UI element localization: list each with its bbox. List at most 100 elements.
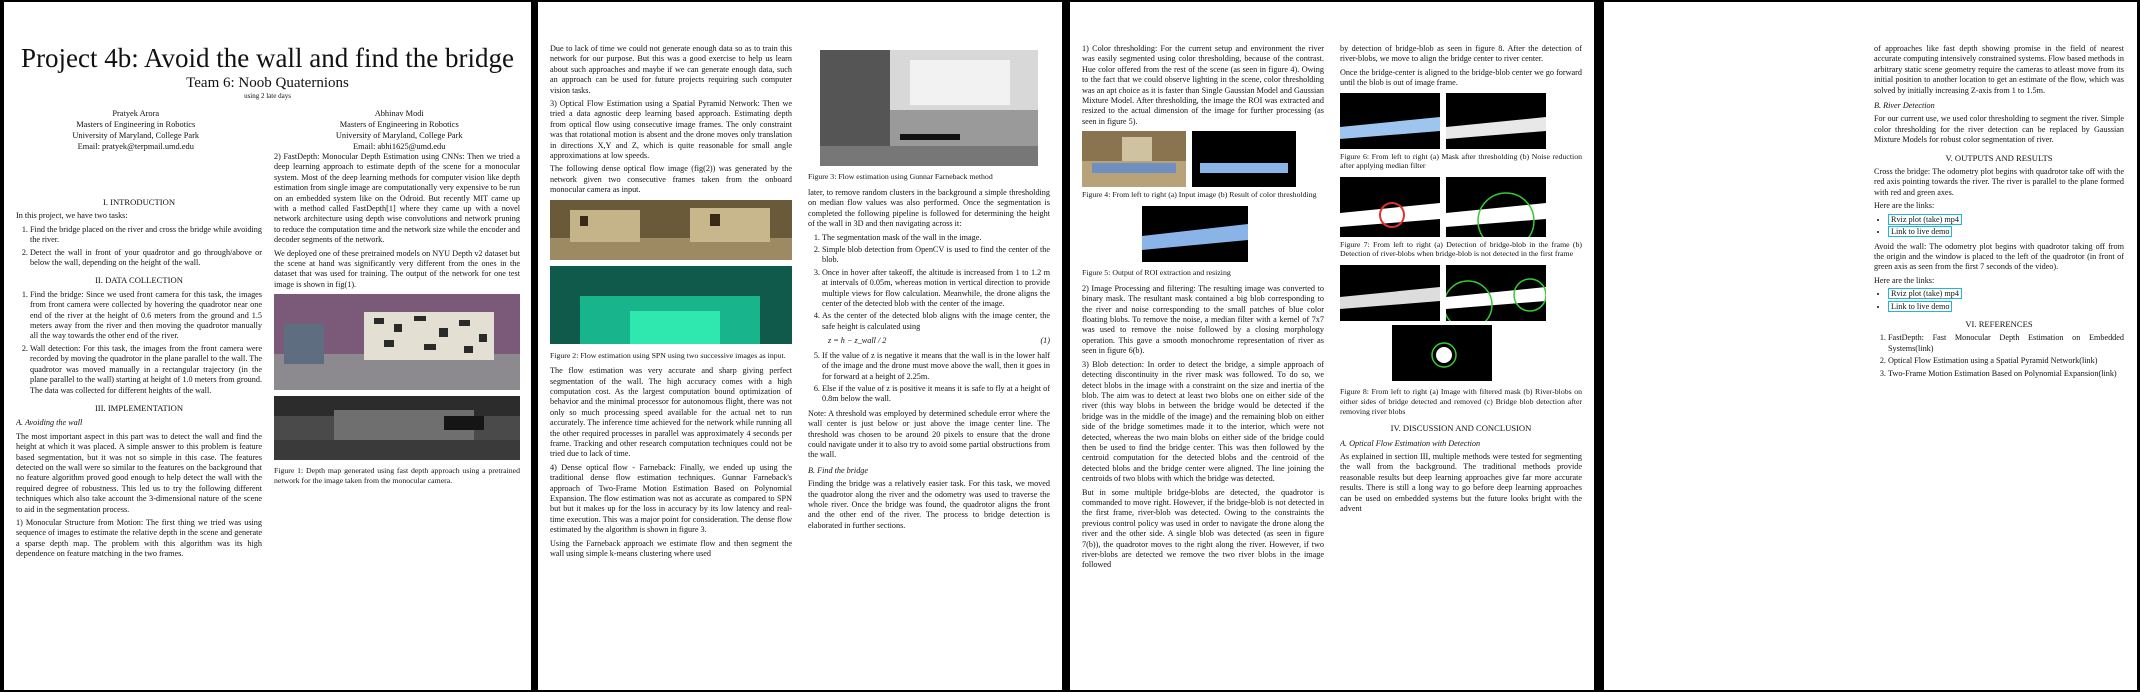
paragraph: later, to remove random clusters in the … [808, 188, 1050, 229]
paragraph: We deployed one of these pretrained mode… [274, 248, 520, 289]
author-role: Masters of Engineering in Robotics [339, 120, 459, 129]
page-3: 1) Color thresholding: For the current s… [1070, 2, 1594, 690]
paper-title: Project 4b: Avoid the wall and find the … [21, 43, 514, 73]
paragraph: Here are the links: [1874, 201, 1935, 211]
list-item: The segmentation mask of the wall in the… [822, 233, 1050, 243]
section-heading: II. DATA COLLECTION [95, 275, 183, 286]
figure-1-color-image [274, 294, 520, 391]
paragraph: Here are the links: [1874, 275, 1935, 285]
figure-2-flow-image [550, 266, 792, 345]
p2-right-column: Figure 3: Flow estimation using Gunnar F… [808, 46, 1050, 686]
paragraph: 3) Blob detection: In order to detect th… [1082, 359, 1324, 484]
figure-7-bridge-blob-image [1340, 176, 1440, 237]
paragraph: 1) Monocular Structure from Motion: The … [16, 517, 262, 559]
reference-item[interactable]: FastDepth: Fast Monocular Depth Estimati… [1888, 333, 2124, 354]
reference-item[interactable]: Two-Frame Motion Estimation Based on Pol… [1888, 369, 2124, 379]
section-heading: I. INTRODUCTION [102, 197, 176, 207]
author-name: Abhinav Modi [374, 109, 424, 118]
author-email: Email: abhi1625@umd.edu [353, 142, 446, 151]
wall-links-list: Rviz plot (take) mp4 Link to live demo [1874, 288, 2124, 312]
paragraph: 3) Optical Flow Estimation using a Spati… [550, 99, 792, 161]
late-days-note: using 2 late days [244, 92, 291, 100]
paragraph: The flow estimation was very accurate an… [550, 366, 792, 459]
paragraph: by detection of bridge-blob as seen in f… [1340, 44, 1582, 64]
figure-2-caption: Figure 2: Flow estimation using SPN usin… [550, 350, 786, 360]
p2-left-column: Due to lack of time we could not generat… [550, 44, 792, 686]
author-org: University of Maryland, College Park [335, 131, 463, 140]
rviz-plot-link[interactable]: Rviz plot (take) mp4 [1888, 288, 1962, 300]
list-item: Detect the wall in front of your quadrot… [30, 248, 262, 269]
section-heading: III. IMPLEMENTATION [94, 402, 184, 413]
paragraph: The following dense optical flow image (… [550, 164, 792, 195]
p1-left-column: I. INTRODUCTION In this project, we have… [16, 190, 262, 686]
list-item: Once in hover after takeoff, the altitud… [822, 268, 1050, 310]
figure-6: Figure 6: From left to right (a) Mask af… [1340, 92, 1582, 171]
data-collection-list: Find the bridge: Since we used front cam… [16, 290, 262, 396]
figure-4-input-image [1082, 131, 1186, 188]
authors-block: Pratyek Arora Masters of Engineering in … [4, 108, 531, 152]
list-item: Rviz plot (take) mp4 [1888, 213, 2124, 225]
subsection-heading: A. Optical Flow Estimation with Detectio… [1340, 438, 1481, 448]
paragraph: Avoid the wall: The odometry plot begins… [1874, 241, 2124, 272]
figure-2-input-image [550, 199, 792, 260]
task-list: Find the bridge placed on the river and … [16, 225, 262, 269]
figure-8-river-blobs-image [1446, 265, 1546, 321]
figure-7: Figure 7: From left to right (a) Detecti… [1340, 176, 1582, 259]
figure-8: Figure 8: From left to right (a) Image w… [1340, 265, 1582, 416]
author-email: Email: pratyek@terpmail.umd.edu [77, 142, 194, 151]
paragraph: Using the Farneback approach we estimate… [550, 538, 792, 558]
wall-pipeline-list-continued: If the value of z is negative it means t… [808, 351, 1050, 405]
figure-6-mask-image [1340, 92, 1440, 149]
figure-8-caption: Figure 8: From left to right (a) Image w… [1340, 387, 1582, 416]
live-demo-link[interactable]: Link to live demo [1888, 226, 1953, 238]
author-2: Abhinav Modi Masters of Engineering in R… [336, 108, 463, 152]
subsection-heading: A. Avoiding the wall [16, 418, 83, 428]
paragraph: The most important aspect in this part w… [16, 431, 262, 514]
figure-6-caption: Figure 6: From left to right (a) Mask af… [1340, 151, 1582, 171]
figure-7-caption: Figure 7: From left to right (a) Detecti… [1340, 239, 1582, 259]
paragraph: As explained in section III, multiple me… [1340, 452, 1582, 514]
note-paragraph: Note: A threshold was employed by determ… [808, 408, 1050, 460]
wall-pipeline-list: The segmentation mask of the wall in the… [808, 233, 1050, 333]
rviz-plot-link[interactable]: Rviz plot (take) mp4 [1888, 213, 1962, 225]
list-item: Else if the value of z is positive it me… [822, 384, 1050, 405]
page-4: of approaches like fast depth showing pr… [1604, 2, 2137, 690]
list-item: Link to live demo [1888, 226, 2124, 238]
paper-subtitle: Team 6: Noob Quaternions [186, 75, 349, 91]
list-item: Rviz plot (take) mp4 [1888, 288, 2124, 300]
figure-3-flow-image [820, 50, 1038, 166]
p1-right-column: 2) FastDepth: Monocular Depth Estimation… [274, 152, 520, 686]
figure-1-depth-map [274, 395, 520, 460]
equation: z = h − z_wall / 2 [828, 336, 887, 346]
paragraph: For our current use, we used color thres… [1874, 114, 2124, 145]
paragraph: 2) FastDepth: Monocular Depth Estimation… [274, 152, 520, 245]
list-item: Simple blob detection from OpenCV is use… [822, 245, 1050, 266]
figure-8-filtered-mask-image [1340, 265, 1440, 321]
equation-1: z = h − z_wall / 2 (1) [828, 336, 1050, 346]
figure-5-roi-image [1142, 205, 1248, 262]
list-item: Find the bridge placed on the river and … [30, 225, 262, 246]
live-demo-link[interactable]: Link to live demo [1888, 300, 1953, 312]
paragraph: But in some multiple bridge-blobs are de… [1082, 487, 1324, 570]
figure-3: Figure 3: Flow estimation using Gunnar F… [808, 50, 1050, 182]
paragraph: 4) Dense optical flow - Farneback: Final… [550, 462, 792, 535]
figure-6-filtered-image [1446, 92, 1546, 149]
figure-4-caption: Figure 4: From left to right (a) Input i… [1082, 190, 1317, 200]
reference-item[interactable]: Optical Flow Estimation using a Spatial … [1888, 356, 2124, 366]
paragraph: 2) Image Processing and filtering: The r… [1082, 283, 1324, 356]
figure-8-bridge-blob-image [1392, 325, 1492, 381]
figure-5-caption: Figure 5: Output of ROI extraction and r… [1082, 268, 1231, 278]
author-1: Pratyek Arora Masters of Engineering in … [72, 108, 199, 152]
figure-3-caption: Figure 3: Flow estimation using Gunnar F… [808, 172, 993, 182]
paragraph: Once the bridge-center is aligned to the… [1340, 67, 1582, 88]
p3-left-column: 1) Color thresholding: For the current s… [1082, 44, 1324, 686]
list-item: Link to live demo [1888, 300, 2124, 312]
list-item: As the center of the detected blob align… [822, 311, 1050, 332]
paragraph: Cross the bridge: The odometry plot begi… [1874, 167, 2124, 197]
paragraph: of approaches like fast depth showing pr… [1874, 44, 2124, 95]
subsection-heading: B. Find the bridge [808, 465, 869, 475]
figure-1: Figure 1: Depth map generated using fast… [274, 294, 520, 485]
p3-right-column: by detection of bridge-blob as seen in f… [1340, 44, 1582, 686]
author-org: University of Maryland, College Park [72, 131, 200, 140]
section-heading: VI. REFERENCES [1965, 318, 2033, 329]
